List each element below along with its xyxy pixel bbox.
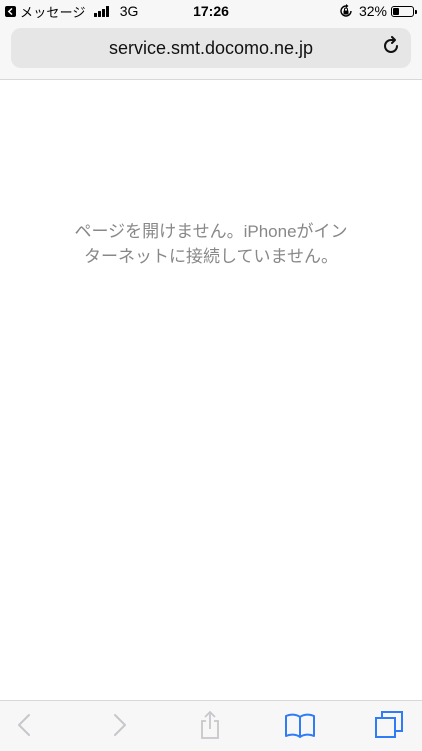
battery-percent: 32%	[358, 3, 387, 19]
browser-top-chrome: メッセージ 3G 17:26 32% service.smt.docomo.ne…	[0, 0, 422, 80]
forward-button[interactable]	[104, 712, 134, 742]
orientation-lock-icon	[339, 4, 353, 18]
status-right: 32%	[339, 3, 417, 19]
tabs-button[interactable]	[374, 710, 404, 745]
chevron-right-icon	[109, 713, 129, 742]
share-icon	[198, 710, 222, 745]
bookmarks-icon	[284, 712, 316, 743]
tabs-icon	[374, 710, 404, 745]
chevron-left-icon	[15, 713, 35, 742]
back-button[interactable]	[10, 712, 40, 742]
address-bar[interactable]: service.smt.docomo.ne.jp	[11, 28, 411, 68]
address-url[interactable]: service.smt.docomo.ne.jp	[11, 28, 411, 68]
battery-icon	[391, 5, 417, 17]
status-bar: メッセージ 3G 17:26 32%	[0, 0, 422, 22]
error-message: ページを開けません。iPhoneがイン ターネットに接続していません。	[40, 219, 382, 269]
battery-tip	[415, 9, 417, 14]
error-line-2: ターネットに接続していません。	[84, 247, 338, 266]
bookmarks-button[interactable]	[285, 712, 315, 742]
battery-fill	[393, 7, 399, 15]
share-button[interactable]	[195, 710, 225, 745]
bottom-toolbar	[0, 700, 422, 751]
error-line-1: ページを開けません。iPhoneがイン	[74, 222, 348, 241]
reload-icon	[381, 35, 401, 61]
reload-button[interactable]	[379, 35, 403, 61]
page-content: ページを開けません。iPhoneがイン ターネットに接続していません。	[0, 80, 422, 700]
